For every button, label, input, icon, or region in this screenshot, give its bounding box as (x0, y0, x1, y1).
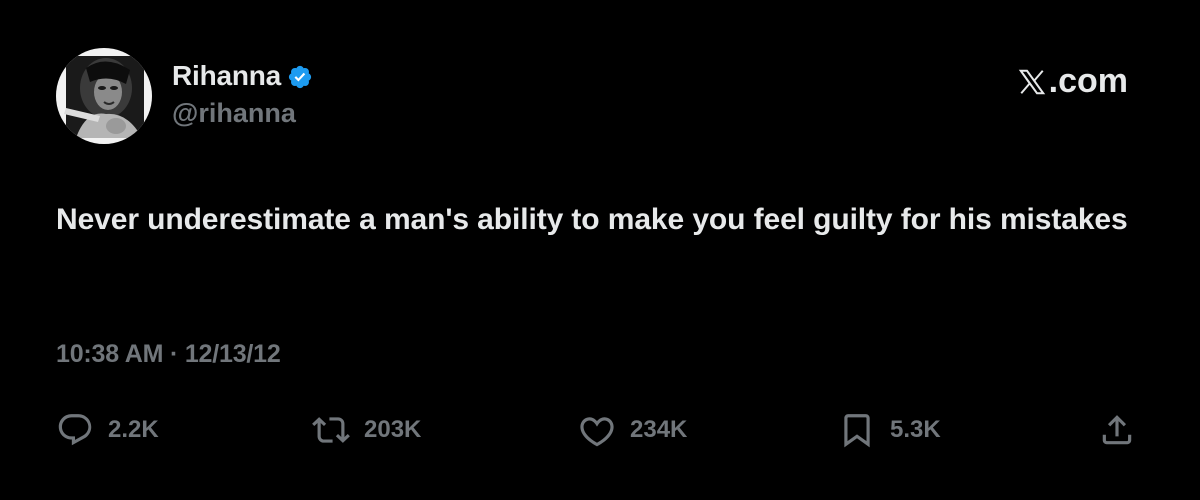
verified-badge-icon[interactable] (287, 64, 313, 90)
avatar-image (56, 48, 152, 144)
display-name-row: Rihanna (172, 56, 313, 96)
tweet-timestamp[interactable]: 10:38 AM · 12/13/12 (56, 340, 281, 369)
avatar[interactable] (56, 48, 152, 144)
brand-label: .com (1048, 62, 1128, 100)
heart-icon (578, 411, 616, 449)
share-button[interactable] (1098, 405, 1136, 455)
retweet-button[interactable]: 203K (312, 405, 421, 455)
reply-icon (56, 411, 94, 449)
reply-count: 2.2K (108, 416, 159, 443)
display-name[interactable]: Rihanna (172, 60, 281, 92)
user-handle[interactable]: @rihanna (172, 98, 313, 129)
tweet-text: Never underestimate a man's ability to m… (56, 203, 1128, 236)
brand-logo[interactable]: .com (1017, 62, 1128, 101)
reply-button[interactable]: 2.2K (56, 405, 159, 455)
x-logo-icon (1018, 69, 1045, 94)
retweet-count: 203K (364, 416, 422, 443)
bookmark-icon (838, 411, 876, 449)
user-info: Rihanna @rihanna (172, 56, 313, 129)
share-icon (1098, 411, 1136, 449)
retweet-icon (312, 411, 350, 449)
bookmark-count: 5.3K (890, 416, 941, 443)
bookmark-button[interactable]: 5.3K (838, 405, 941, 455)
like-count: 234K (630, 416, 688, 443)
action-bar: 2.2K 203K 234K 5.3K (0, 405, 1200, 455)
like-button[interactable]: 234K (578, 405, 687, 455)
